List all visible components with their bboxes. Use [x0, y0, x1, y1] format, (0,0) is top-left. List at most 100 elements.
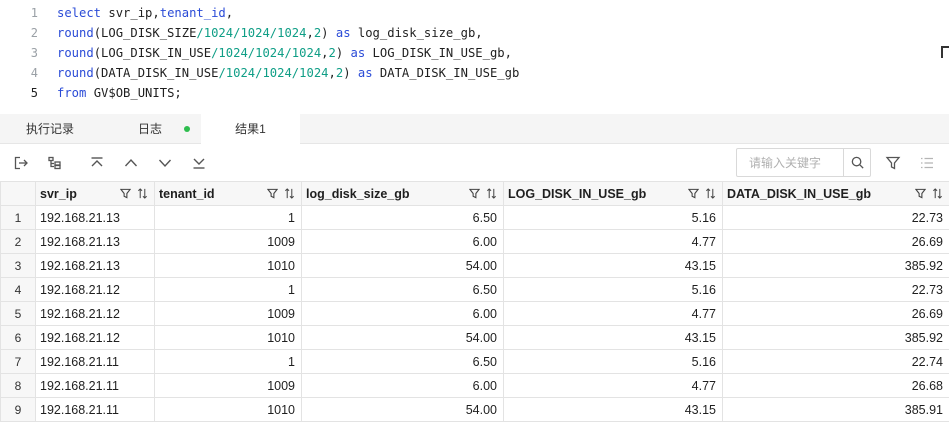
sql-function: tenant_id [159, 6, 226, 20]
table-row[interactable]: 4 192.168.21.12 1 6.50 5.16 22.73 [0, 277, 949, 302]
cell-tenant-id[interactable]: 1009 [154, 301, 302, 326]
cell-log-disk-size-gb[interactable]: 6.50 [301, 277, 504, 302]
filter-icon[interactable] [120, 188, 131, 199]
cell-svr-ip[interactable]: 192.168.21.13 [35, 253, 155, 278]
table-row[interactable]: 2 192.168.21.13 1009 6.00 4.77 26.69 [0, 229, 949, 254]
cell-svr-ip[interactable]: 192.168.21.11 [35, 349, 155, 374]
cell-svr-ip[interactable]: 192.168.21.12 [35, 301, 155, 326]
column-header-log-disk-in-use-gb[interactable]: LOG_DISK_IN_USE_gb [503, 181, 723, 206]
search-input[interactable] [738, 150, 843, 175]
cell-data-disk-in-use-gb[interactable]: 385.92 [722, 325, 949, 350]
cell-log-disk-size-gb[interactable]: 6.50 [301, 205, 504, 230]
cell-data-disk-in-use-gb[interactable]: 22.73 [722, 277, 949, 302]
cell-svr-ip[interactable]: 192.168.21.11 [35, 373, 155, 398]
cell-data-disk-in-use-gb[interactable]: 22.74 [722, 349, 949, 374]
filter-icon[interactable] [915, 188, 926, 199]
sql-text: , [225, 6, 234, 20]
cell-log-disk-in-use-gb[interactable]: 43.15 [503, 325, 723, 350]
cell-tenant-id[interactable]: 1010 [154, 253, 302, 278]
column-list-icon[interactable] [917, 153, 937, 173]
cell-svr-ip[interactable]: 192.168.21.13 [35, 205, 155, 230]
cell-data-disk-in-use-gb[interactable]: 22.73 [722, 205, 949, 230]
row-number[interactable]: 8 [0, 373, 36, 398]
cell-log-disk-in-use-gb[interactable]: 4.77 [503, 229, 723, 254]
cell-tenant-id[interactable]: 1010 [154, 325, 302, 350]
cell-log-disk-in-use-gb[interactable]: 5.16 [503, 277, 723, 302]
tab-history[interactable]: 执行记录 [26, 114, 74, 144]
export-icon[interactable] [11, 153, 31, 173]
move-bottom-icon[interactable] [189, 153, 209, 173]
tab-log[interactable]: 日志 [138, 114, 198, 144]
cell-log-disk-size-gb[interactable]: 6.00 [301, 229, 504, 254]
tab-result[interactable]: 结果1 [201, 114, 300, 145]
cell-log-disk-size-gb[interactable]: 54.00 [301, 325, 504, 350]
table-row[interactable]: 1 192.168.21.13 1 6.50 5.16 22.73 [0, 205, 949, 230]
row-number[interactable]: 5 [0, 301, 36, 326]
search-button[interactable] [843, 149, 870, 176]
move-down-icon[interactable] [155, 153, 175, 173]
move-top-icon[interactable] [87, 153, 107, 173]
cell-data-disk-in-use-gb[interactable]: 26.69 [722, 229, 949, 254]
filter-icon[interactable] [469, 188, 480, 199]
table-row[interactable]: 3 192.168.21.13 1010 54.00 43.15 385.92 [0, 253, 949, 278]
sql-keyword: as [335, 26, 351, 40]
row-number[interactable]: 3 [0, 253, 36, 278]
cell-log-disk-in-use-gb[interactable]: 4.77 [503, 373, 723, 398]
move-up-icon[interactable] [121, 153, 141, 173]
table-row[interactable]: 9 192.168.21.11 1010 54.00 43.15 385.91 [0, 397, 949, 422]
column-header-label: log_disk_size_gb [306, 186, 410, 201]
cell-log-disk-size-gb[interactable]: 54.00 [301, 397, 504, 422]
sql-editor[interactable]: 1 select svr_ip,tenant_id, 2 round(LOG_DISK… [0, 0, 949, 114]
row-number[interactable]: 4 [0, 277, 36, 302]
column-header-log-disk-size-gb[interactable]: log_disk_size_gb [301, 181, 504, 206]
filter-icon[interactable] [267, 188, 278, 199]
cell-log-disk-in-use-gb[interactable]: 43.15 [503, 397, 723, 422]
sql-text: , [306, 26, 314, 40]
cell-tenant-id[interactable]: 1 [154, 205, 302, 230]
sort-icon[interactable] [486, 188, 497, 199]
cell-tenant-id[interactable]: 1 [154, 349, 302, 374]
cell-data-disk-in-use-gb[interactable]: 385.91 [722, 397, 949, 422]
cell-svr-ip[interactable]: 192.168.21.12 [35, 277, 155, 302]
tree-structure-icon[interactable] [45, 153, 65, 173]
table-row[interactable]: 6 192.168.21.12 1010 54.00 43.15 385.92 [0, 325, 949, 350]
code-line: 4 round(DATA_DISK_IN_USE/1024/1024/1024,2… [0, 63, 949, 83]
search-icon [850, 155, 865, 170]
cell-data-disk-in-use-gb[interactable]: 26.68 [722, 373, 949, 398]
sort-icon[interactable] [284, 188, 295, 199]
row-number[interactable]: 7 [0, 349, 36, 374]
table-row[interactable]: 5 192.168.21.12 1009 6.00 4.77 26.69 [0, 301, 949, 326]
cell-data-disk-in-use-gb[interactable]: 385.92 [722, 253, 949, 278]
row-number[interactable]: 6 [0, 325, 36, 350]
cell-tenant-id[interactable]: 1010 [154, 397, 302, 422]
row-number[interactable]: 1 [0, 205, 36, 230]
column-header-data-disk-in-use-gb[interactable]: DATA_DISK_IN_USE_gb [722, 181, 949, 206]
sort-icon[interactable] [705, 188, 716, 199]
row-number[interactable]: 9 [0, 397, 36, 422]
cell-tenant-id[interactable]: 1009 [154, 373, 302, 398]
cell-tenant-id[interactable]: 1 [154, 277, 302, 302]
cell-log-disk-size-gb[interactable]: 6.50 [301, 349, 504, 374]
cell-log-disk-in-use-gb[interactable]: 43.15 [503, 253, 723, 278]
cell-data-disk-in-use-gb[interactable]: 26.69 [722, 301, 949, 326]
row-number[interactable]: 2 [0, 229, 36, 254]
cell-log-disk-size-gb[interactable]: 6.00 [301, 301, 504, 326]
column-header-svr-ip[interactable]: svr_ip [35, 181, 155, 206]
cell-svr-ip[interactable]: 192.168.21.13 [35, 229, 155, 254]
filter-icon[interactable] [883, 153, 903, 173]
cell-log-disk-size-gb[interactable]: 54.00 [301, 253, 504, 278]
table-row[interactable]: 8 192.168.21.11 1009 6.00 4.77 26.68 [0, 373, 949, 398]
column-header-tenant-id[interactable]: tenant_id [154, 181, 302, 206]
cell-log-disk-in-use-gb[interactable]: 5.16 [503, 205, 723, 230]
cell-log-disk-in-use-gb[interactable]: 4.77 [503, 301, 723, 326]
filter-icon[interactable] [688, 188, 699, 199]
cell-tenant-id[interactable]: 1009 [154, 229, 302, 254]
result-grid: svr_ip tenant_id log_disk_size_gb LOG_DISK_… [0, 181, 949, 442]
cell-svr-ip[interactable]: 192.168.21.11 [35, 397, 155, 422]
cell-log-disk-in-use-gb[interactable]: 5.16 [503, 349, 723, 374]
sort-icon[interactable] [137, 188, 148, 199]
cell-svr-ip[interactable]: 192.168.21.12 [35, 325, 155, 350]
cell-log-disk-size-gb[interactable]: 6.00 [301, 373, 504, 398]
table-row[interactable]: 7 192.168.21.11 1 6.50 5.16 22.74 [0, 349, 949, 374]
sort-icon[interactable] [932, 188, 943, 199]
